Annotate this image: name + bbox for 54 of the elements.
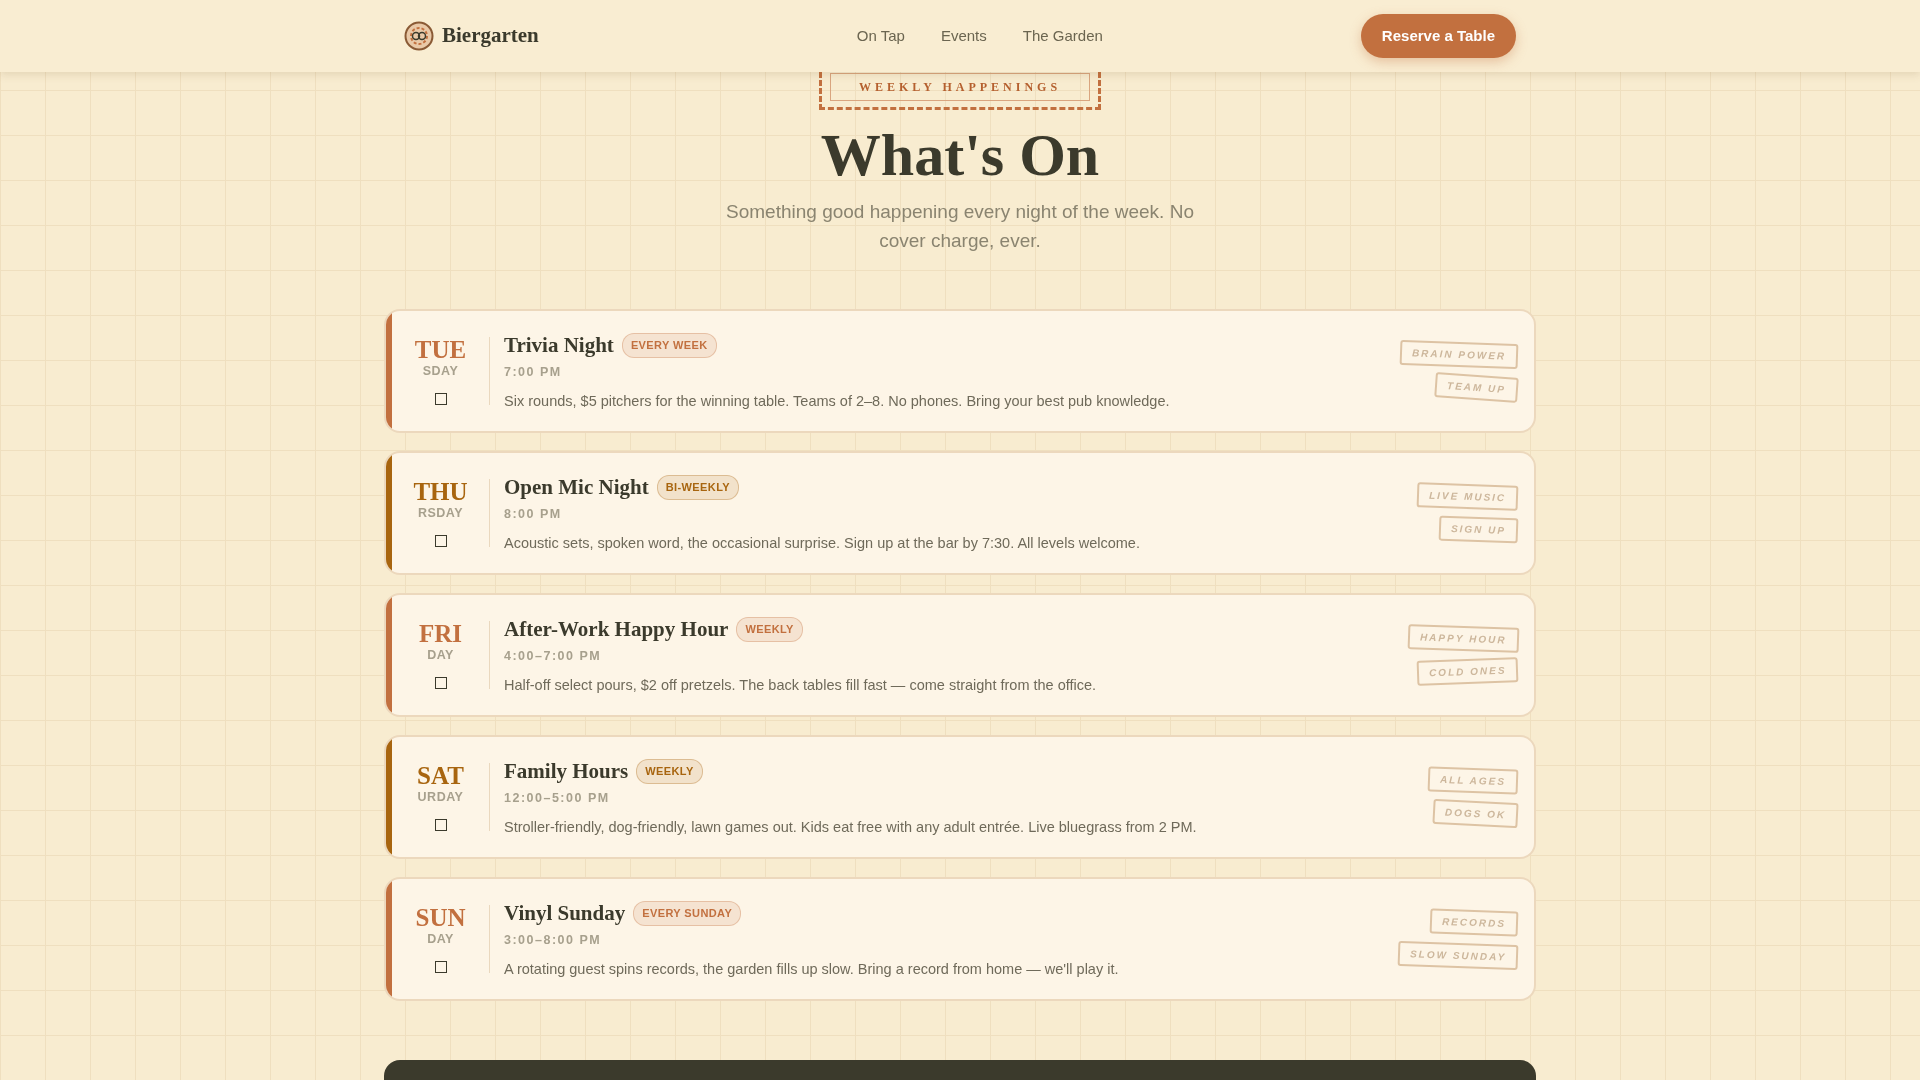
stamp-label: COLD ONES [1416,657,1519,686]
missing-glyph-icon [434,960,447,973]
missing-glyph-icon [434,676,447,689]
page-subtitle: Something good happening every night of the week. No cover charge, ever. [725,200,1195,253]
day-suffix: DAY [427,647,454,664]
frequency-tag: WEEKLY [736,617,803,642]
event-time: 8:00 PM [504,506,563,523]
event-title: Trivia Night [504,331,614,359]
stamp-label: RECORDS [1429,908,1519,937]
stamp-label: BRAIN POWER [1399,339,1519,370]
nav-link[interactable]: The Garden [1022,24,1103,48]
event-description: A rotating guest spins records, the garden fills up slow. Bring a record from home — we'll play it. [504,959,1120,979]
stamp-label: SLOW SUNDAY [1397,940,1519,971]
stamp-label: HAPPY HOUR [1407,624,1519,653]
event-time: 3:00–8:00 PM [504,932,603,949]
missing-glyph-icon [434,534,447,547]
day-suffix: SDAY [422,363,459,380]
day-name: SAT [417,763,464,788]
day-suffix: RSDAY [417,505,464,522]
event-title: Family Hours [504,757,629,785]
event-description: Six rounds, $5 pitchers for the winning table. Teams of 2–8. No phones. Bring your best pub knowledge. [504,391,1171,411]
day-suffix: DAY [427,931,454,948]
event-title: Vinyl Sunday [504,899,626,927]
reserve-button[interactable]: Reserve a Table [1360,13,1516,59]
brand-name[interactable]: Biergarten [442,20,539,52]
stamp-label: DOGS OK [1432,798,1519,829]
event-time: 7:00 PM [504,364,563,381]
missing-glyph-icon [434,818,447,831]
day-name: SUN [415,905,466,930]
stamp-label: SIGN UP [1438,515,1519,544]
event-title: Open Mic Night [504,473,649,501]
stamp-label: LIVE MUSIC [1416,482,1519,511]
frequency-tag: BI-WEEKLY [656,475,739,500]
day-name: TUE [414,337,467,362]
event-description: Half-off select pours, $2 off pretzels. The back tables fill fast — come straight from the office. [504,675,1098,695]
event-description: Acoustic sets, spoken word, the occasional surprise. Sign up at the bar by 7:30. All levels welcome. [504,533,1141,553]
event-time: 12:00–5:00 PM [504,790,611,807]
event-title: After-Work Happy Hour [504,615,729,643]
day-name: THU [413,479,468,504]
nav-link[interactable]: Events [940,24,987,48]
logo-icon [404,21,434,51]
frequency-tag: WEEKLY [636,759,703,784]
nav-link[interactable]: On Tap [856,24,905,48]
page-title: What's On [819,122,1101,188]
frequency-tag: EVERY SUNDAY [633,901,742,926]
frequency-tag: EVERY WEEK [621,333,717,358]
stamp-label: ALL AGES [1427,766,1519,795]
event-time: 4:00–7:00 PM [504,648,603,665]
missing-glyph-icon [434,392,447,405]
eyebrow-label: WEEKLY HAPPENINGS [829,73,1091,101]
stamp-label: TEAM UP [1434,372,1519,403]
event-description: Stroller-friendly, dog-friendly, lawn games out. Kids eat free with any adult entrée. Live bluegrass from 2 PM. [504,817,1198,837]
day-suffix: URDAY [417,789,464,806]
day-name: FRI [418,621,463,646]
